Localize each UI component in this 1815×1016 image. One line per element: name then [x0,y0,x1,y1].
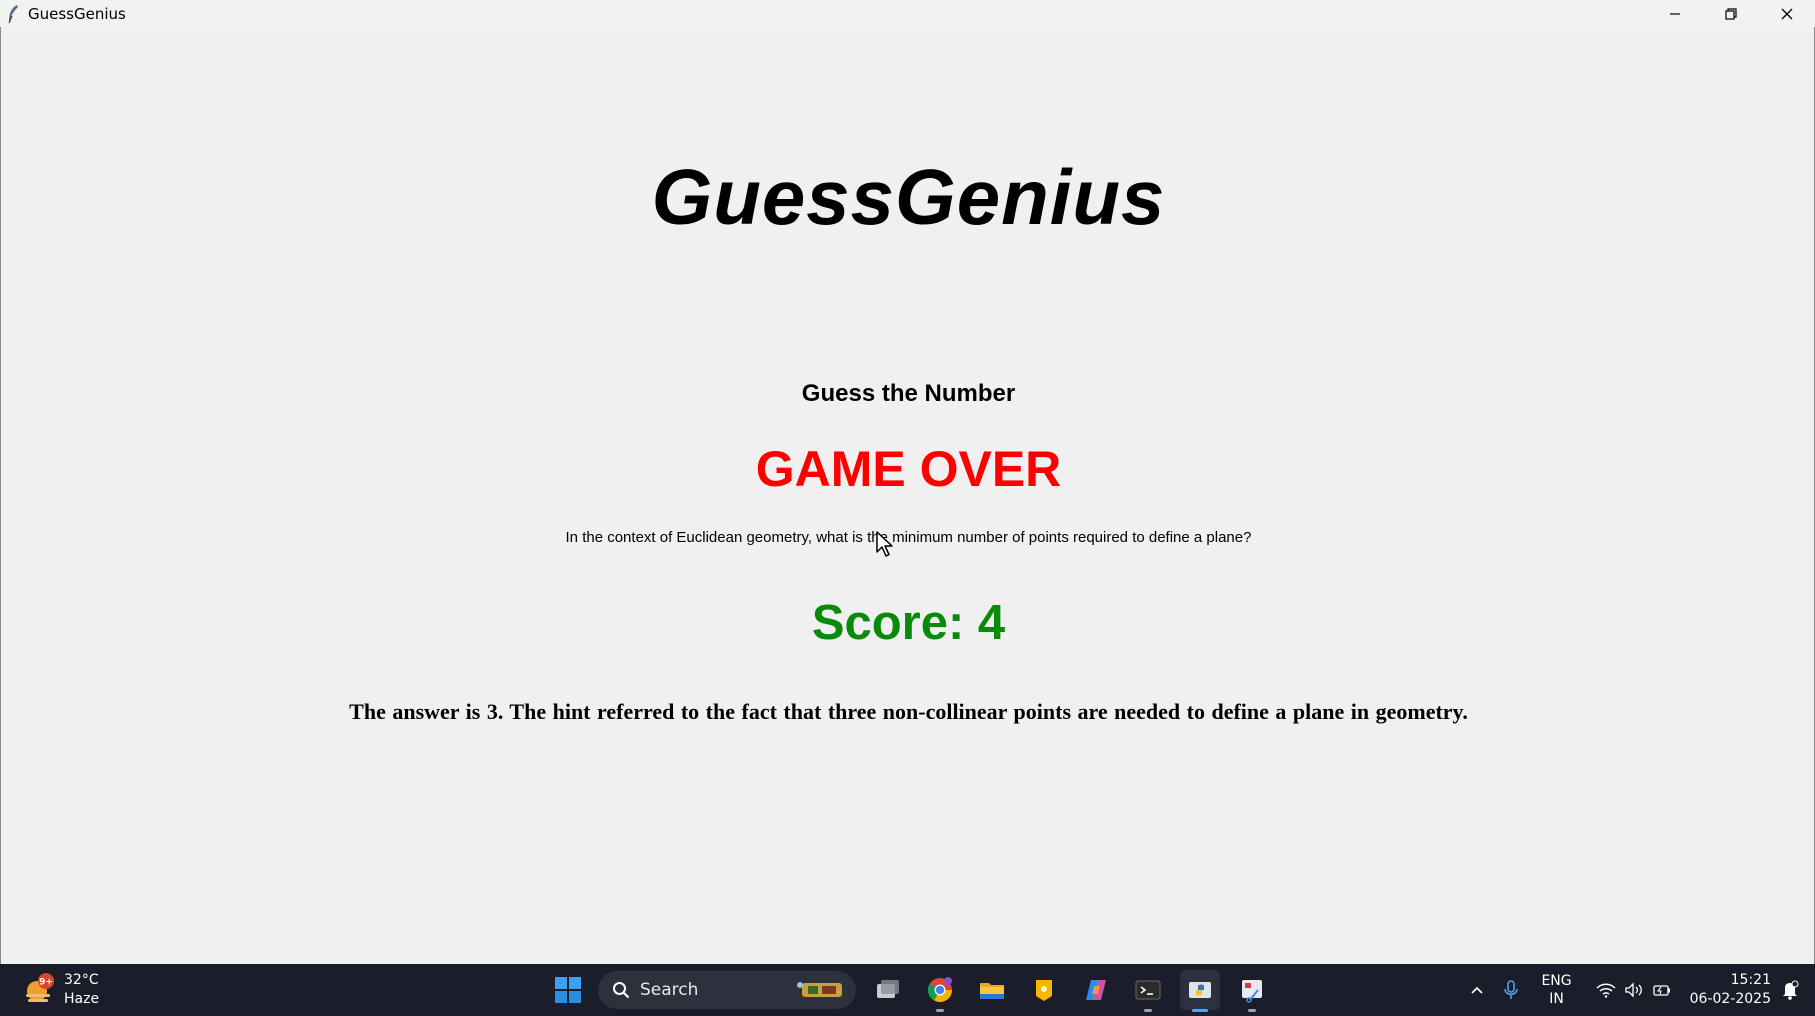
app-logo-title: GuessGenius [651,153,1166,241]
terminal-icon [1135,980,1161,1000]
python-icon [1189,982,1211,998]
volume-button[interactable] [1624,982,1644,998]
battery-icon [1652,985,1670,996]
mouse-cursor-icon [876,531,893,557]
weather-sun-haze-icon: 9+ [22,972,58,1008]
taskbar-file-explorer[interactable] [972,970,1012,1010]
game-over-label: GAME OVER [755,441,1062,497]
weather-temp: 32°C [64,972,99,988]
question-text: In the context of Euclidean geometry, wh… [565,529,1252,546]
feather-app-icon [8,4,18,23]
chrome-icon [927,977,952,1003]
copilot-icon [1086,980,1106,1000]
restore-icon [1725,7,1737,20]
taskbar-notes[interactable] [1024,970,1064,1010]
close-icon [1781,8,1793,19]
chevron-up-icon [1471,986,1484,994]
volume-icon [1624,982,1642,998]
search-highlight-icon [797,982,842,997]
battery-button[interactable] [1652,982,1672,998]
microphone-icon [1504,980,1519,999]
clock-time: 15:21 [1730,972,1771,988]
window-title: GuessGenius [28,4,126,23]
start-button[interactable] [548,970,588,1010]
taskbar: 9+ 32°C Haze Search ENG IN 15:21 06-02-2… [0,964,1815,1016]
snipping-tool-icon [1242,980,1262,1003]
taskbar-snipping-tool[interactable] [1232,970,1272,1012]
notifications-button[interactable] [1781,980,1799,1000]
window-titlebar[interactable]: GuessGenius [0,0,1815,27]
language-code: ENG [1541,973,1572,989]
language-indicator[interactable]: ENG IN [1541,972,1571,1008]
taskbar-copilot[interactable] [1076,970,1116,1010]
notification-bell-icon [1783,980,1799,1000]
minimize-icon [1670,12,1680,15]
wifi-icon [1596,983,1616,998]
taskbar-clock[interactable]: 15:21 06-02-2025 [1690,971,1771,1009]
game-subtitle: Guess the Number [801,380,1016,407]
close-button[interactable] [1759,0,1815,27]
microphone-button[interactable] [1503,980,1519,1000]
windows-start-icon [555,977,581,1003]
notes-icon [1036,980,1052,1001]
file-explorer-icon [980,983,1004,999]
language-region: IN [1549,991,1564,1007]
search-icon [613,982,630,999]
app-content: GuessGenius Guess the Number GAME OVER I… [0,27,1815,964]
taskbar-python[interactable] [1180,970,1220,1012]
taskbar-chrome[interactable] [920,970,960,1012]
weather-condition: Haze [64,991,100,1007]
score-label: Score: 4 [811,596,1006,650]
clock-date: 06-02-2025 [1689,991,1771,1007]
task-view-icon [877,980,899,998]
search-placeholder: Search [640,980,699,1000]
minimize-button[interactable] [1647,0,1703,27]
taskbar-task-view[interactable] [868,970,908,1010]
weather-widget[interactable]: 9+ 32°C Haze [22,971,99,1009]
taskbar-search[interactable]: Search [598,971,856,1009]
weather-badge: 9+ [39,978,53,988]
taskbar-terminal[interactable] [1128,970,1168,1012]
answer-explanation: The answer is 3. The hint referred to th… [349,699,1468,724]
show-hidden-icons-button[interactable] [1469,982,1485,998]
wifi-button[interactable] [1596,982,1616,998]
restore-button[interactable] [1703,0,1759,27]
